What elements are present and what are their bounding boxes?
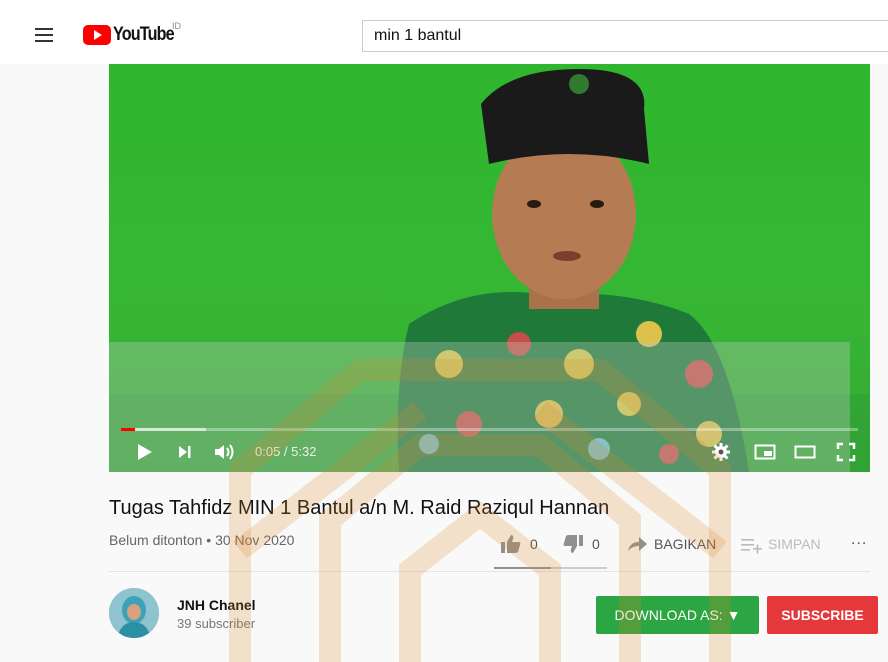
youtube-play-icon [83, 25, 111, 45]
volume-icon[interactable] [213, 442, 237, 462]
like-count: 0 [530, 536, 538, 552]
avatar-image [109, 588, 159, 638]
subscribe-button[interactable]: SUBSCRIBE [767, 596, 878, 634]
masthead: YouTube ID min 1 bantul [0, 0, 888, 64]
channel-avatar[interactable] [109, 588, 159, 638]
download-as-button[interactable]: DOWNLOAD AS: ▼ [596, 596, 759, 634]
search-query: min 1 bantul [374, 27, 462, 44]
video-player[interactable]: 0:05 / 5:32 [109, 64, 870, 472]
share-button[interactable]: BAGIKAN [626, 534, 716, 554]
progress-played [121, 428, 135, 431]
country-code: ID [172, 21, 181, 31]
save-button[interactable]: SIMPAN [740, 534, 821, 554]
miniplayer-icon[interactable] [754, 442, 776, 462]
play-icon[interactable] [136, 442, 154, 462]
sentiment-like-portion [494, 567, 551, 569]
dislike-button[interactable]: 0 [562, 534, 600, 554]
theater-mode-icon[interactable] [794, 442, 816, 462]
share-label: BAGIKAN [654, 536, 717, 552]
divider [109, 571, 870, 572]
dislike-count: 0 [592, 536, 600, 552]
progress-bar[interactable] [121, 428, 858, 431]
next-icon[interactable] [177, 442, 193, 462]
more-actions-icon[interactable]: ... [851, 530, 867, 550]
channel-name[interactable]: JNH Chanel [177, 597, 256, 613]
save-label: SIMPAN [768, 536, 821, 552]
logo-text: YouTube [113, 24, 175, 45]
video-meta: Belum ditonton • 30 Nov 2020 [109, 532, 295, 548]
playlist-add-icon [741, 539, 762, 554]
like-button[interactable]: 0 [500, 534, 538, 554]
search-input[interactable]: min 1 bantul [362, 20, 888, 52]
hamburger-menu-icon[interactable] [35, 28, 53, 42]
settings-gear-icon[interactable] [711, 442, 731, 462]
sentiment-bar [494, 567, 607, 569]
subscriber-count: 39 subscriber [177, 616, 256, 631]
share-arrow-icon [628, 537, 647, 551]
video-title: Tugas Tahfidz MIN 1 Bantul a/n M. Raid R… [109, 497, 610, 519]
thumbs-up-icon [501, 535, 521, 553]
youtube-logo[interactable]: YouTube ID [83, 21, 184, 45]
fullscreen-icon[interactable] [836, 442, 856, 462]
time-display: 0:05 / 5:32 [255, 444, 317, 459]
thumbs-down-icon [563, 535, 583, 553]
